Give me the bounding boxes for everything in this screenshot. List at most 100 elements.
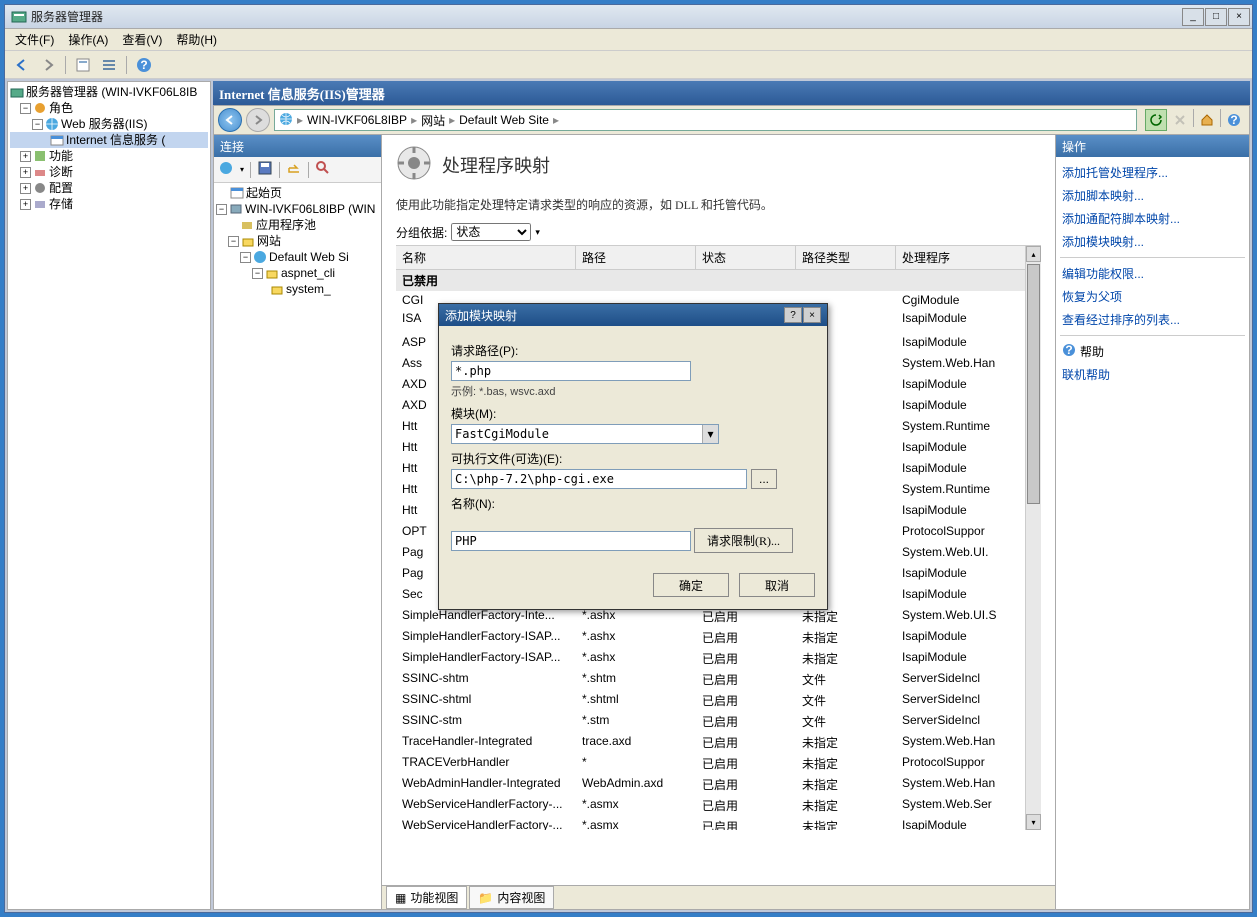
conn-system[interactable]: system_ — [216, 281, 379, 297]
save-icon[interactable] — [257, 160, 273, 179]
table-row[interactable]: WebAdminHandler-IntegratedWebAdmin.axd已启… — [396, 774, 1041, 795]
conn-start-page[interactable]: 起始页 — [216, 185, 379, 201]
forward-icon[interactable] — [37, 54, 59, 76]
conn-app-pools[interactable]: 应用程序池 — [216, 217, 379, 233]
outer-toolbar: ? — [5, 51, 1252, 79]
action-revert-to-parent[interactable]: 恢复为父项 — [1060, 285, 1245, 308]
nav-forward-button[interactable] — [246, 108, 270, 132]
maximize-button[interactable]: □ — [1205, 8, 1227, 26]
expand-icon[interactable]: + — [20, 151, 31, 162]
executable-label: 可执行文件(可选)(E): — [451, 450, 815, 467]
expand-icon[interactable]: + — [20, 167, 31, 178]
app-icon — [11, 9, 27, 25]
tree-diagnostics[interactable]: +诊断 — [10, 164, 208, 180]
up-icon[interactable] — [286, 160, 302, 179]
browse-button[interactable]: ... — [751, 469, 777, 489]
window-title: 服务器管理器 — [31, 8, 1182, 25]
search-icon[interactable] — [315, 160, 331, 179]
dialog-help-button[interactable]: ? — [784, 307, 802, 323]
table-row[interactable]: SimpleHandlerFactory-ISAP...*.ashx已启用未指定… — [396, 627, 1041, 648]
action-edit-feature-permissions[interactable]: 编辑功能权限... — [1060, 262, 1245, 285]
collapse-icon[interactable]: − — [20, 103, 31, 114]
nav-back-button[interactable] — [218, 108, 242, 132]
dropdown-icon[interactable]: ▾ — [702, 425, 718, 443]
help-icon[interactable]: ? — [1223, 109, 1245, 131]
tab-features-view[interactable]: ▦功能视图 — [386, 886, 467, 909]
request-restrictions-button[interactable]: 请求限制(R)... — [694, 528, 793, 553]
close-button[interactable]: × — [1228, 8, 1250, 26]
module-combobox[interactable]: FastCgiModule ▾ — [451, 424, 719, 444]
iis-title: Internet 信息服务(IIS)管理器 — [213, 81, 1250, 105]
module-label: 模块(M): — [451, 405, 815, 422]
folder-icon: 📁 — [478, 891, 493, 905]
home-icon[interactable] — [1196, 109, 1218, 131]
action-add-managed-handler[interactable]: 添加托管处理程序... — [1060, 161, 1245, 184]
back-icon[interactable] — [11, 54, 33, 76]
action-view-ordered-list[interactable]: 查看经过排序的列表... — [1060, 308, 1245, 331]
grid-section-disabled: 已禁用 — [396, 270, 1041, 291]
cancel-button[interactable]: 取消 — [739, 573, 815, 597]
collapse-icon[interactable]: − — [32, 119, 43, 130]
refresh-icon[interactable] — [1145, 109, 1167, 131]
tab-content-view[interactable]: 📁内容视图 — [469, 886, 554, 909]
name-input[interactable] — [451, 531, 691, 551]
table-row[interactable]: TRACEVerbHandler*已启用未指定ProtocolSuppor — [396, 753, 1041, 774]
dialog-close-button[interactable]: × — [803, 307, 821, 323]
breadcrumb[interactable]: ▸ WIN-IVKF06L8IBP▸ 网站▸ Default Web Site▸ — [274, 109, 1137, 131]
menu-file[interactable]: 文件(F) — [11, 29, 58, 50]
minimize-button[interactable]: _ — [1182, 8, 1204, 26]
connections-header: 连接 — [214, 135, 381, 157]
executable-input[interactable] — [451, 469, 747, 489]
grid-header[interactable]: 名称 路径 状态 路径类型 处理程序 — [396, 246, 1041, 270]
connections-tree: 起始页 −WIN-IVKF06L8IBP (WIN 应用程序池 −网站 −Def… — [214, 183, 381, 909]
ok-button[interactable]: 确定 — [653, 573, 729, 597]
stop-icon — [1169, 109, 1191, 131]
action-online-help[interactable]: 联机帮助 — [1060, 363, 1245, 386]
expand-icon[interactable]: + — [20, 199, 31, 210]
list-icon[interactable] — [98, 54, 120, 76]
menu-help[interactable]: 帮助(H) — [172, 29, 221, 50]
conn-server[interactable]: −WIN-IVKF06L8IBP (WIN — [216, 201, 379, 217]
table-row[interactable]: SSINC-stm*.stm已启用文件ServerSideIncl — [396, 711, 1041, 732]
svg-text:?: ? — [1230, 113, 1237, 127]
request-path-input[interactable] — [451, 361, 691, 381]
tree-iis-manager[interactable]: Internet 信息服务 ( — [10, 132, 208, 148]
tree-roles[interactable]: −角色 — [10, 100, 208, 116]
group-by-label: 分组依据: — [396, 224, 447, 241]
group-by-select[interactable]: 状态 — [451, 223, 531, 241]
table-row[interactable]: TraceHandler-Integratedtrace.axd已启用未指定Sy… — [396, 732, 1041, 753]
iis-address-bar: ▸ WIN-IVKF06L8IBP▸ 网站▸ Default Web Site▸… — [213, 105, 1250, 135]
svg-text:?: ? — [140, 58, 147, 72]
table-row[interactable]: SimpleHandlerFactory-ISAP...*.ashx已启用未指定… — [396, 648, 1041, 669]
svg-text:?: ? — [1065, 343, 1072, 357]
scroll-thumb[interactable] — [1027, 264, 1040, 504]
menu-bar: 文件(F) 操作(A) 查看(V) 帮助(H) — [5, 29, 1252, 51]
properties-icon[interactable] — [72, 54, 94, 76]
help-icon[interactable]: ? — [133, 54, 155, 76]
conn-aspnet-cli[interactable]: −aspnet_cli — [216, 265, 379, 281]
connect-icon[interactable] — [218, 160, 234, 179]
conn-default-site[interactable]: −Default Web Si — [216, 249, 379, 265]
action-add-module-mapping[interactable]: 添加模块映射... — [1060, 230, 1245, 253]
expand-icon[interactable]: + — [20, 183, 31, 194]
dialog-title: 添加模块映射 — [445, 307, 517, 324]
table-row[interactable]: SSINC-shtm*.shtm已启用文件ServerSideIncl — [396, 669, 1041, 690]
conn-sites[interactable]: −网站 — [216, 233, 379, 249]
action-help[interactable]: ?帮助 — [1060, 340, 1245, 363]
table-row[interactable]: WebServiceHandlerFactory-...*.asmx已启用未指定… — [396, 816, 1041, 830]
grid-scrollbar[interactable]: ▴ ▾ — [1025, 246, 1041, 830]
tree-web-server[interactable]: −Web 服务器(IIS) — [10, 116, 208, 132]
table-row[interactable]: SSINC-shtml*.shtml已启用文件ServerSideIncl — [396, 690, 1041, 711]
globe-icon — [279, 112, 293, 129]
action-add-wildcard-script-map[interactable]: 添加通配符脚本映射... — [1060, 207, 1245, 230]
tree-root[interactable]: 服务器管理器 (WIN-IVKF06L8IB — [10, 84, 208, 100]
menu-view[interactable]: 查看(V) — [118, 29, 166, 50]
scroll-down-icon[interactable]: ▾ — [1026, 814, 1041, 830]
menu-action[interactable]: 操作(A) — [64, 29, 112, 50]
action-add-script-map[interactable]: 添加脚本映射... — [1060, 184, 1245, 207]
tree-storage[interactable]: +存储 — [10, 196, 208, 212]
table-row[interactable]: WebServiceHandlerFactory-...*.asmx已启用未指定… — [396, 795, 1041, 816]
scroll-up-icon[interactable]: ▴ — [1026, 246, 1041, 262]
tree-features[interactable]: +功能 — [10, 148, 208, 164]
tree-configuration[interactable]: +配置 — [10, 180, 208, 196]
